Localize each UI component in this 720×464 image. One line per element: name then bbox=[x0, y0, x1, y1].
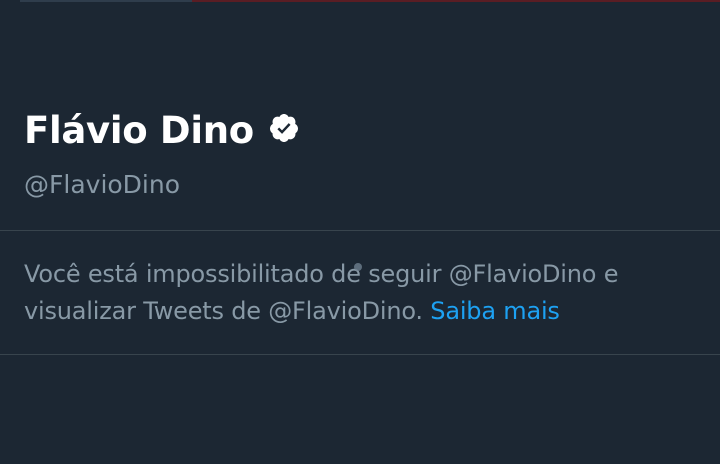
blocked-notice: Você está impossibilitado de seguir @Fla… bbox=[24, 256, 704, 330]
divider-top bbox=[0, 230, 720, 231]
name-row: Flávio Dino bbox=[24, 104, 704, 158]
top-edge-grey bbox=[20, 0, 192, 2]
notice-line-2: visualizar Tweets de @FlavioDino. bbox=[24, 297, 423, 325]
top-edge-strip bbox=[0, 0, 720, 3]
divider-bottom bbox=[0, 354, 720, 355]
profile-header: Flávio Dino @FlavioDino bbox=[24, 104, 704, 202]
notice-line-1: Você está impossibilitado de seguir @Fla… bbox=[24, 260, 619, 288]
touch-indicator bbox=[354, 263, 362, 271]
verified-badge-icon bbox=[268, 112, 300, 144]
top-edge-accent bbox=[192, 0, 720, 2]
learn-more-link[interactable]: Saiba mais bbox=[430, 297, 560, 325]
profile-handle: @FlavioDino bbox=[24, 170, 181, 199]
display-name: Flávio Dino bbox=[24, 109, 254, 152]
